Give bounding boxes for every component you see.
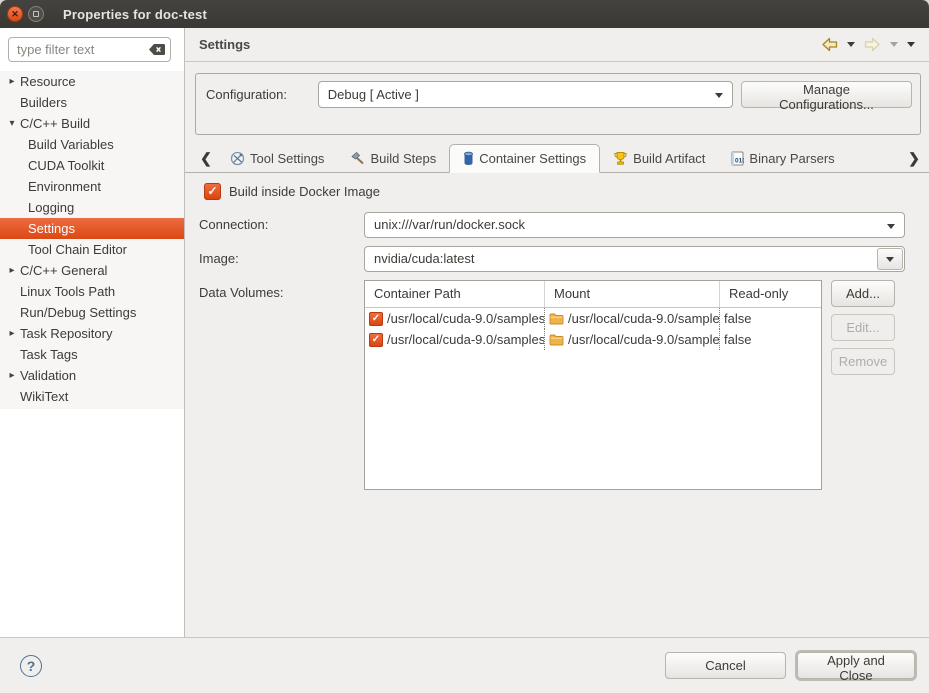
artifact-trophy-icon: [613, 151, 628, 166]
sidebar-item-settings-selected[interactable]: Settings: [0, 218, 184, 239]
folder-icon: [549, 334, 564, 346]
tabs-scroll-right-icon[interactable]: ❯: [903, 144, 925, 172]
chevron-right-icon[interactable]: ▸: [7, 71, 17, 92]
sidebar-item-builders[interactable]: Builders: [0, 92, 184, 113]
sidebar-item-resource[interactable]: ▸Resource: [0, 71, 184, 92]
window-close-button[interactable]: ✕: [7, 6, 23, 22]
sidebar-item-validation[interactable]: ▸Validation: [0, 365, 184, 386]
container-settings-panel: ✓ Build inside Docker Image Connection: …: [185, 173, 929, 637]
sidebar-item-cpp-general[interactable]: ▸C/C++ General: [0, 260, 184, 281]
checked-checkbox-icon: ✓: [204, 183, 221, 200]
build-inside-docker-label: Build inside Docker Image: [229, 184, 380, 199]
back-arrow-icon[interactable]: [821, 37, 838, 52]
sidebar-item-wikitext[interactable]: WikiText: [0, 386, 184, 407]
image-combo-input[interactable]: nvidia/cuda:latest: [364, 246, 905, 272]
dialog-button-bar: ? Cancel Apply and Close: [0, 637, 929, 693]
back-history-menu-icon[interactable]: [847, 42, 855, 47]
sidebar-item-tool-chain-editor[interactable]: Tool Chain Editor: [0, 239, 184, 260]
build-inside-docker-checkbox[interactable]: ✓ Build inside Docker Image: [204, 183, 905, 200]
question-mark-icon: ?: [27, 658, 36, 674]
data-volumes-label: Data Volumes:: [199, 280, 364, 306]
view-menu-icon[interactable]: [907, 42, 915, 47]
checked-checkbox-icon[interactable]: ✓: [369, 312, 383, 326]
sidebar-item-task-tags[interactable]: Task Tags: [0, 344, 184, 365]
column-header-read-only[interactable]: Read-only: [720, 281, 822, 307]
page-title: Settings: [199, 28, 821, 62]
binary-file-icon: 010: [731, 151, 744, 166]
checked-checkbox-icon[interactable]: ✓: [369, 333, 383, 347]
chevron-down-icon: [886, 257, 894, 262]
add-volume-button[interactable]: Add...: [831, 280, 895, 307]
connection-dropdown[interactable]: unix:///var/run/docker.sock: [364, 212, 905, 238]
sidebar-item-build-variables[interactable]: Build Variables: [0, 134, 184, 155]
tab-binary-parsers[interactable]: 010 Binary Parsers: [718, 144, 847, 172]
image-dropdown-button[interactable]: [877, 248, 903, 270]
column-header-container-path[interactable]: Container Path: [365, 281, 545, 307]
properties-tree: ▸Resource Builders ▾C/C++ Build Build Va…: [0, 71, 184, 409]
folder-icon: [549, 313, 564, 325]
sidebar-item-run-debug-settings[interactable]: Run/Debug Settings: [0, 302, 184, 323]
tab-container-settings[interactable]: Container Settings: [449, 144, 600, 173]
sidebar-item-cpp-build[interactable]: ▾C/C++ Build: [0, 113, 184, 134]
data-volumes-table[interactable]: Container Path Mount Read-only ✓ /usr/lo…: [364, 280, 822, 490]
connection-label: Connection:: [199, 212, 364, 238]
tab-tool-settings[interactable]: Tool Settings: [217, 144, 337, 172]
titlebar[interactable]: ✕ Properties for doc-test: [0, 0, 929, 28]
sidebar-item-linux-tools-path[interactable]: Linux Tools Path: [0, 281, 184, 302]
table-row[interactable]: ✓ /usr/local/cuda-9.0/samples /usr/local…: [365, 308, 821, 329]
chevron-down-icon[interactable]: ▾: [7, 113, 17, 134]
properties-dialog: ✕ Properties for doc-test ▸Resource Buil…: [0, 0, 929, 693]
chevron-right-icon[interactable]: ▸: [7, 323, 17, 344]
tab-build-steps[interactable]: Build Steps: [337, 144, 449, 172]
sidebar-item-cuda-toolkit[interactable]: CUDA Toolkit: [0, 155, 184, 176]
close-icon: ✕: [11, 10, 19, 19]
manage-configurations-button[interactable]: Manage Configurations...: [741, 81, 912, 108]
sidebar-item-task-repository[interactable]: ▸Task Repository: [0, 323, 184, 344]
window-title: Properties for doc-test: [63, 7, 207, 22]
clear-filter-icon[interactable]: [149, 44, 165, 55]
tab-build-artifact[interactable]: Build Artifact: [600, 144, 718, 172]
hammer-icon: [350, 151, 365, 166]
svg-text:010: 010: [735, 157, 744, 164]
chevron-right-icon[interactable]: ▸: [7, 365, 17, 386]
sidebar-item-logging[interactable]: Logging: [0, 197, 184, 218]
chevron-down-icon: [887, 224, 895, 229]
configuration-dropdown[interactable]: Debug [ Active ]: [318, 81, 733, 108]
image-label: Image:: [199, 246, 364, 272]
remove-volume-button[interactable]: Remove: [831, 348, 895, 375]
forward-history-menu-icon: [890, 42, 898, 47]
tools-circle-icon: [230, 151, 245, 166]
table-row[interactable]: ✓ /usr/local/cuda-9.0/samples /usr/local…: [365, 329, 821, 350]
filter-input[interactable]: [8, 37, 171, 62]
tabs-scroll-left-icon[interactable]: ❮: [195, 144, 217, 172]
column-header-mount[interactable]: Mount: [545, 281, 720, 307]
properties-sidebar: ▸Resource Builders ▾C/C++ Build Build Va…: [0, 28, 185, 637]
sidebar-item-environment[interactable]: Environment: [0, 176, 184, 197]
help-button[interactable]: ?: [20, 655, 42, 677]
container-cylinder-icon: [463, 151, 474, 166]
apply-and-close-button[interactable]: Apply and Close: [797, 652, 915, 679]
settings-tabbar: ❮ Tool Settings Build Steps: [185, 144, 929, 173]
restore-icon: [33, 11, 39, 17]
edit-volume-button[interactable]: Edit...: [831, 314, 895, 341]
chevron-right-icon[interactable]: ▸: [7, 260, 17, 281]
window-restore-button[interactable]: [28, 6, 44, 22]
configuration-group: Configuration: Debug [ Active ] Manage C…: [195, 73, 921, 135]
forward-arrow-icon[interactable]: [864, 37, 881, 52]
configuration-label: Configuration:: [204, 81, 310, 108]
chevron-down-icon: [715, 93, 723, 98]
cancel-button[interactable]: Cancel: [665, 652, 786, 679]
